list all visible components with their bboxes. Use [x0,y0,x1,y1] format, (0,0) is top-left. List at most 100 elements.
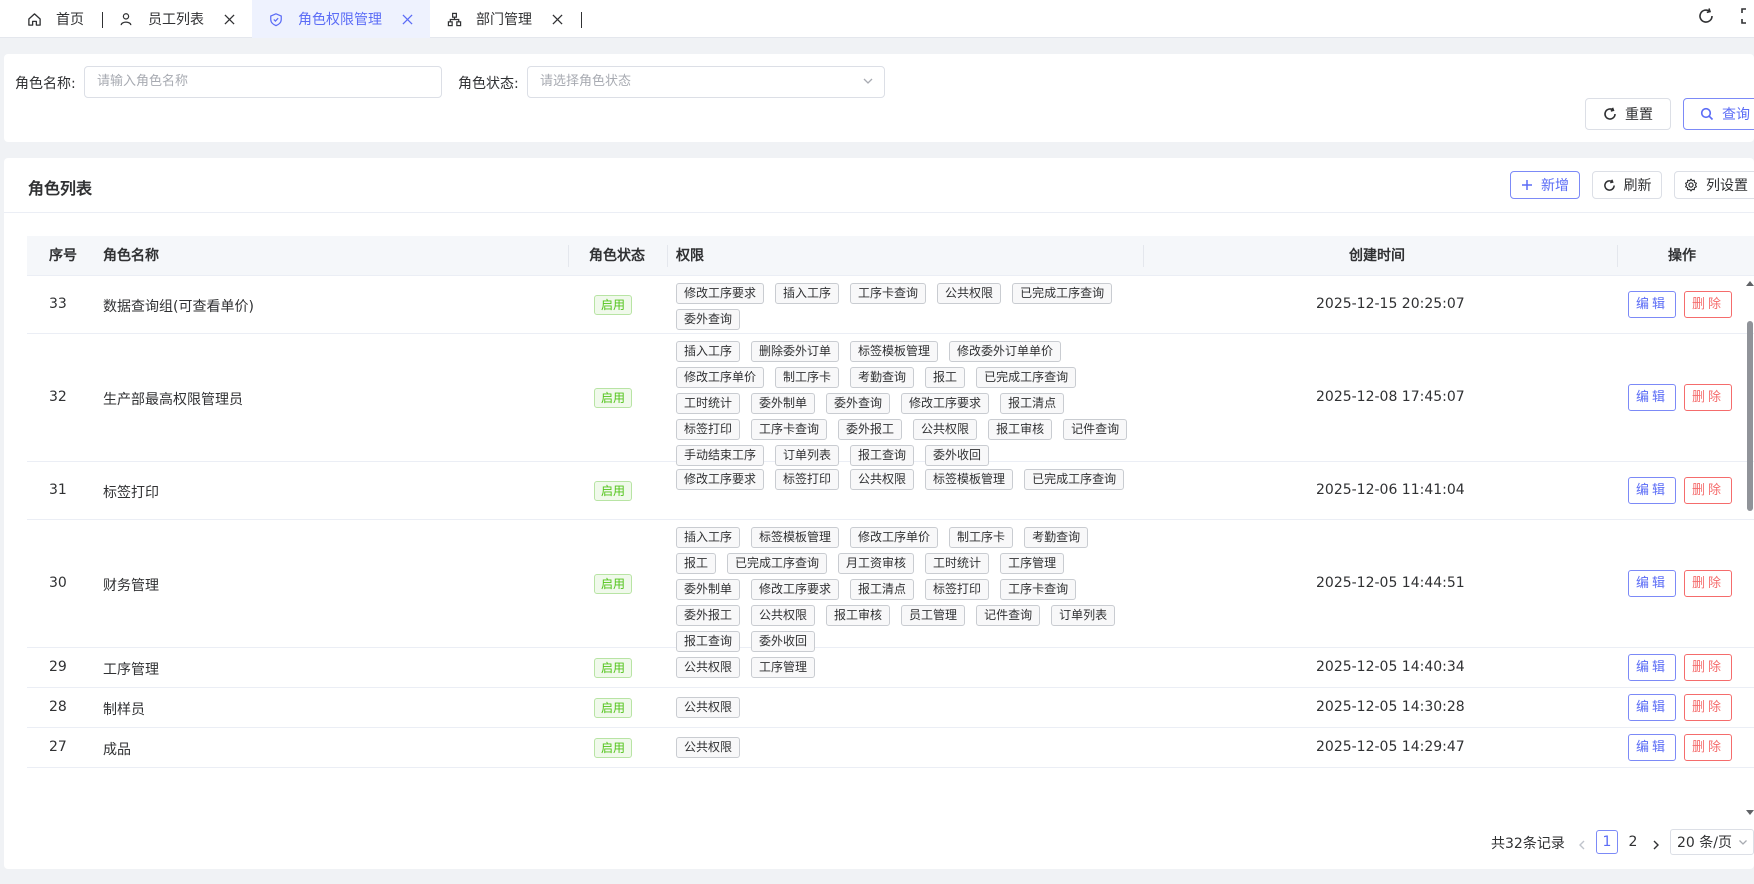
column-divider [1617,245,1618,267]
home-icon [26,11,42,27]
permission-tag: 工序管理 [751,657,816,678]
permission-tag: 插入工序 [676,527,741,548]
status-badge: 启用 [594,698,632,718]
header-permissions: 权限 [676,248,704,264]
chevron-down-icon [1738,837,1748,847]
add-button[interactable]: 新增 [1510,171,1580,199]
row-created-time: 2025-12-06 11:41:04 [1316,482,1465,498]
permission-tag: 修改工序要求 [676,469,765,490]
header-status: 角色状态 [589,248,645,264]
page-1-button[interactable]: 1 [1596,830,1618,854]
tab-home[interactable]: 首页 [26,0,84,38]
permission-tag: 修改工序要求 [901,393,990,414]
row-role-name: 数据查询组(可查看单价) [103,299,254,315]
permission-tag: 委外制单 [751,393,816,414]
row-created-time: 2025-12-05 14:29:47 [1316,739,1465,755]
permission-tag: 报工清点 [1000,393,1065,414]
search-panel: 角色名称: 请输入角色名称 角色状态: 请选择角色状态 重置 查询 [4,54,1754,142]
fullscreen-icon[interactable] [1741,7,1754,29]
close-icon[interactable] [550,12,564,26]
refresh-button[interactable]: 刷新 [1592,171,1662,199]
shield-icon [268,11,284,27]
row-role-name: 财务管理 [103,578,159,594]
permission-tag: 委外查询 [676,309,741,330]
status-badge: 启用 [594,574,632,594]
edit-button[interactable]: 编辑 [1628,477,1676,504]
permission-tag: 报工审核 [988,419,1053,440]
table-row: 31 标签打印 启用 修改工序要求 标签打印 公共权限 标签模板管理 已完成工序查询 2025-… [27,462,1754,520]
edit-button[interactable]: 编辑 [1628,654,1676,681]
permission-tag: 标签打印 [676,419,741,440]
tab-employee-list[interactable]: 员工列表 [118,0,242,38]
delete-button[interactable]: 删除 [1684,477,1732,504]
permission-tag: 委外查询 [826,393,891,414]
table-scrollbar[interactable] [1746,274,1754,815]
header-index: 序号 [49,248,77,264]
permission-tag-list: 插入工序 删除委外订单 标签模板管理 修改委外订单单价 修改工序单价 制工序卡 考勤查询 报工… [676,341,1146,471]
role-status-select[interactable]: 请选择角色状态 [527,66,885,98]
edit-button[interactable]: 编辑 [1628,734,1676,761]
close-icon[interactable] [222,12,236,26]
row-index: 33 [49,296,67,312]
delete-button[interactable]: 删除 [1684,734,1732,761]
permission-tag: 公共权限 [676,657,741,678]
permission-tag-list: 公共权限 工序管理 [676,657,1146,683]
reset-label: 重置 [1625,107,1653,123]
role-name-input[interactable]: 请输入角色名称 [84,66,442,98]
permission-tag: 公共权限 [850,469,915,490]
card-divider [4,212,1754,213]
scrollbar-thumb[interactable] [1747,321,1753,511]
row-index: 32 [49,389,67,405]
query-button[interactable]: 查询 [1683,98,1754,130]
permission-tag: 修改委外订单单价 [949,341,1062,362]
permission-tag: 委外制单 [676,579,741,600]
row-created-time: 2025-12-05 14:30:28 [1316,699,1465,715]
column-settings-label: 列设置 [1706,178,1748,194]
tab-separator [581,12,582,28]
close-icon[interactable] [400,12,414,26]
column-divider [568,245,569,267]
status-badge: 启用 [594,481,632,501]
prev-page-icon[interactable] [1574,833,1590,857]
delete-button[interactable]: 删除 [1684,694,1732,721]
delete-button[interactable]: 删除 [1684,291,1732,318]
page-2-button[interactable]: 2 [1622,830,1644,854]
edit-button[interactable]: 编辑 [1628,384,1676,411]
permission-tag: 标签打印 [775,469,840,490]
scroll-down-arrow-icon[interactable] [1746,804,1754,820]
refresh-icon [1603,178,1616,192]
permission-tag: 已完成工序查询 [1024,469,1125,490]
delete-button[interactable]: 删除 [1684,654,1732,681]
permission-tag-list: 修改工序要求 标签打印 公共权限 标签模板管理 已完成工序查询 [676,469,1146,495]
gear-icon [1684,178,1698,192]
role-status-placeholder: 请选择角色状态 [540,74,632,89]
role-status-label: 角色状态: [458,76,519,92]
header-created-time: 创建时间 [1349,248,1405,264]
edit-button[interactable]: 编辑 [1628,694,1676,721]
refresh-icon [1603,107,1617,121]
scroll-up-arrow-icon[interactable] [1746,274,1754,290]
tab-role-permissions[interactable]: 角色权限管理 [252,0,430,38]
edit-button[interactable]: 编辑 [1628,570,1676,597]
permission-tag: 标签模板管理 [850,341,939,362]
permission-tag: 已完成工序查询 [976,367,1077,388]
refresh-icon[interactable] [1697,7,1715,29]
page-size-select[interactable]: 20 条/页 [1670,829,1754,855]
row-role-name: 成品 [103,742,131,758]
next-page-icon[interactable] [1648,833,1664,857]
tab-bar: 首页 员工列表 角色权限管理 部门管理 [0,0,1754,38]
delete-button[interactable]: 删除 [1684,570,1732,597]
permission-tag: 制工序卡 [949,527,1014,548]
column-settings-button[interactable]: 列设置 [1674,171,1754,199]
edit-button[interactable]: 编辑 [1628,291,1676,318]
permission-tag: 修改工序要求 [676,283,765,304]
permission-tag: 公共权限 [751,605,816,626]
card-title: 角色列表 [28,179,93,198]
query-label: 查询 [1722,107,1750,123]
reset-button[interactable]: 重置 [1585,98,1671,130]
permission-tag: 报工审核 [826,605,891,626]
tab-department[interactable]: 部门管理 [446,0,570,38]
status-badge: 启用 [594,388,632,408]
permission-tag: 公共权限 [676,737,741,758]
delete-button[interactable]: 删除 [1684,384,1732,411]
